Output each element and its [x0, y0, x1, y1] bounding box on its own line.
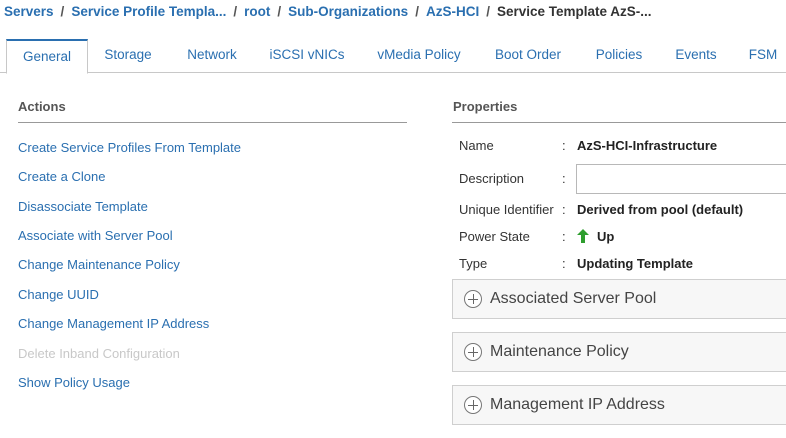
actions-title: Actions [18, 99, 66, 114]
description-colon: : [562, 171, 566, 186]
action-disassociate-template[interactable]: Disassociate Template [18, 199, 148, 214]
breadcrumb-separator: / [486, 3, 490, 19]
expand-plus-icon[interactable] [464, 290, 482, 308]
expand-plus-icon[interactable] [464, 343, 482, 361]
breadcrumb-service-profile-templates[interactable]: Service Profile Templa... [71, 4, 226, 19]
tab-fsm[interactable]: FSM [742, 39, 784, 73]
unique-identifier-colon: : [562, 202, 566, 217]
description-label: Description [459, 171, 525, 186]
breadcrumb-separator: / [277, 3, 282, 19]
power-state-text: Up [597, 229, 615, 244]
name-colon: : [562, 138, 566, 153]
power-state-value: Up [577, 229, 614, 244]
panel-label: Maintenance Policy [490, 343, 629, 360]
tab-general[interactable]: General [6, 39, 88, 74]
breadcrumb-separator: / [415, 3, 419, 19]
breadcrumb-root[interactable]: root [244, 4, 270, 19]
breadcrumb-separator: / [233, 3, 238, 19]
action-associate-server-pool[interactable]: Associate with Server Pool [18, 228, 173, 243]
panel-management-ip-address[interactable]: Management IP Address [452, 385, 786, 425]
unique-identifier-value: Derived from pool (default) [577, 202, 744, 217]
panel-label: Associated Server Pool [490, 290, 657, 307]
tab-vmedia-policy[interactable]: vMedia Policy [369, 39, 469, 73]
breadcrumb-azs-hci[interactable]: AzS-HCI [426, 4, 479, 19]
actions-divider [18, 122, 407, 123]
breadcrumb: Servers / Service Profile Templa... / ro… [4, 2, 652, 20]
tab-storage[interactable]: Storage [93, 39, 163, 73]
breadcrumb-current: Service Template AzS-... [496, 3, 652, 19]
action-change-maintenance-policy[interactable]: Change Maintenance Policy [18, 257, 180, 272]
breadcrumb-separator: / [60, 3, 65, 19]
properties-title: Properties [453, 99, 518, 114]
tab-bar: General Storage Network iSCSI vNICs vMed… [0, 39, 786, 74]
up-arrow-icon [577, 229, 589, 243]
action-delete-inband-configuration: Delete Inband Configuration [18, 346, 180, 361]
power-state-colon: : [562, 229, 566, 244]
action-change-management-ip[interactable]: Change Management IP Address [18, 316, 209, 331]
tab-iscsi-vnics[interactable]: iSCSI vNICs [263, 39, 351, 73]
panel-maintenance-policy[interactable]: Maintenance Policy [452, 332, 786, 372]
tab-boot-order[interactable]: Boot Order [487, 39, 569, 73]
breadcrumb-servers[interactable]: Servers [4, 4, 54, 19]
properties-divider [452, 122, 786, 123]
expand-plus-icon[interactable] [464, 396, 482, 414]
description-field[interactable] [576, 164, 786, 194]
panel-associated-server-pool[interactable]: Associated Server Pool [452, 279, 786, 319]
type-value: Updating Template [577, 256, 694, 271]
action-create-service-profiles[interactable]: Create Service Profiles From Template [18, 140, 241, 155]
breadcrumb-sub-organizations[interactable]: Sub-Organizations [288, 4, 408, 19]
type-label: Type [459, 256, 488, 271]
unique-identifier-label: Unique Identifier [459, 202, 554, 217]
type-colon: : [562, 256, 566, 271]
action-show-policy-usage[interactable]: Show Policy Usage [18, 375, 130, 390]
name-label: Name [459, 138, 494, 153]
power-state-label: Power State [459, 229, 530, 244]
action-change-uuid[interactable]: Change UUID [18, 287, 99, 302]
tab-network[interactable]: Network [178, 39, 246, 73]
action-create-clone[interactable]: Create a Clone [18, 169, 105, 184]
name-value: AzS-HCI-Infrastructure [577, 138, 718, 153]
tab-policies[interactable]: Policies [588, 39, 650, 73]
tab-events[interactable]: Events [669, 39, 723, 73]
panel-label: Management IP Address [490, 396, 665, 413]
